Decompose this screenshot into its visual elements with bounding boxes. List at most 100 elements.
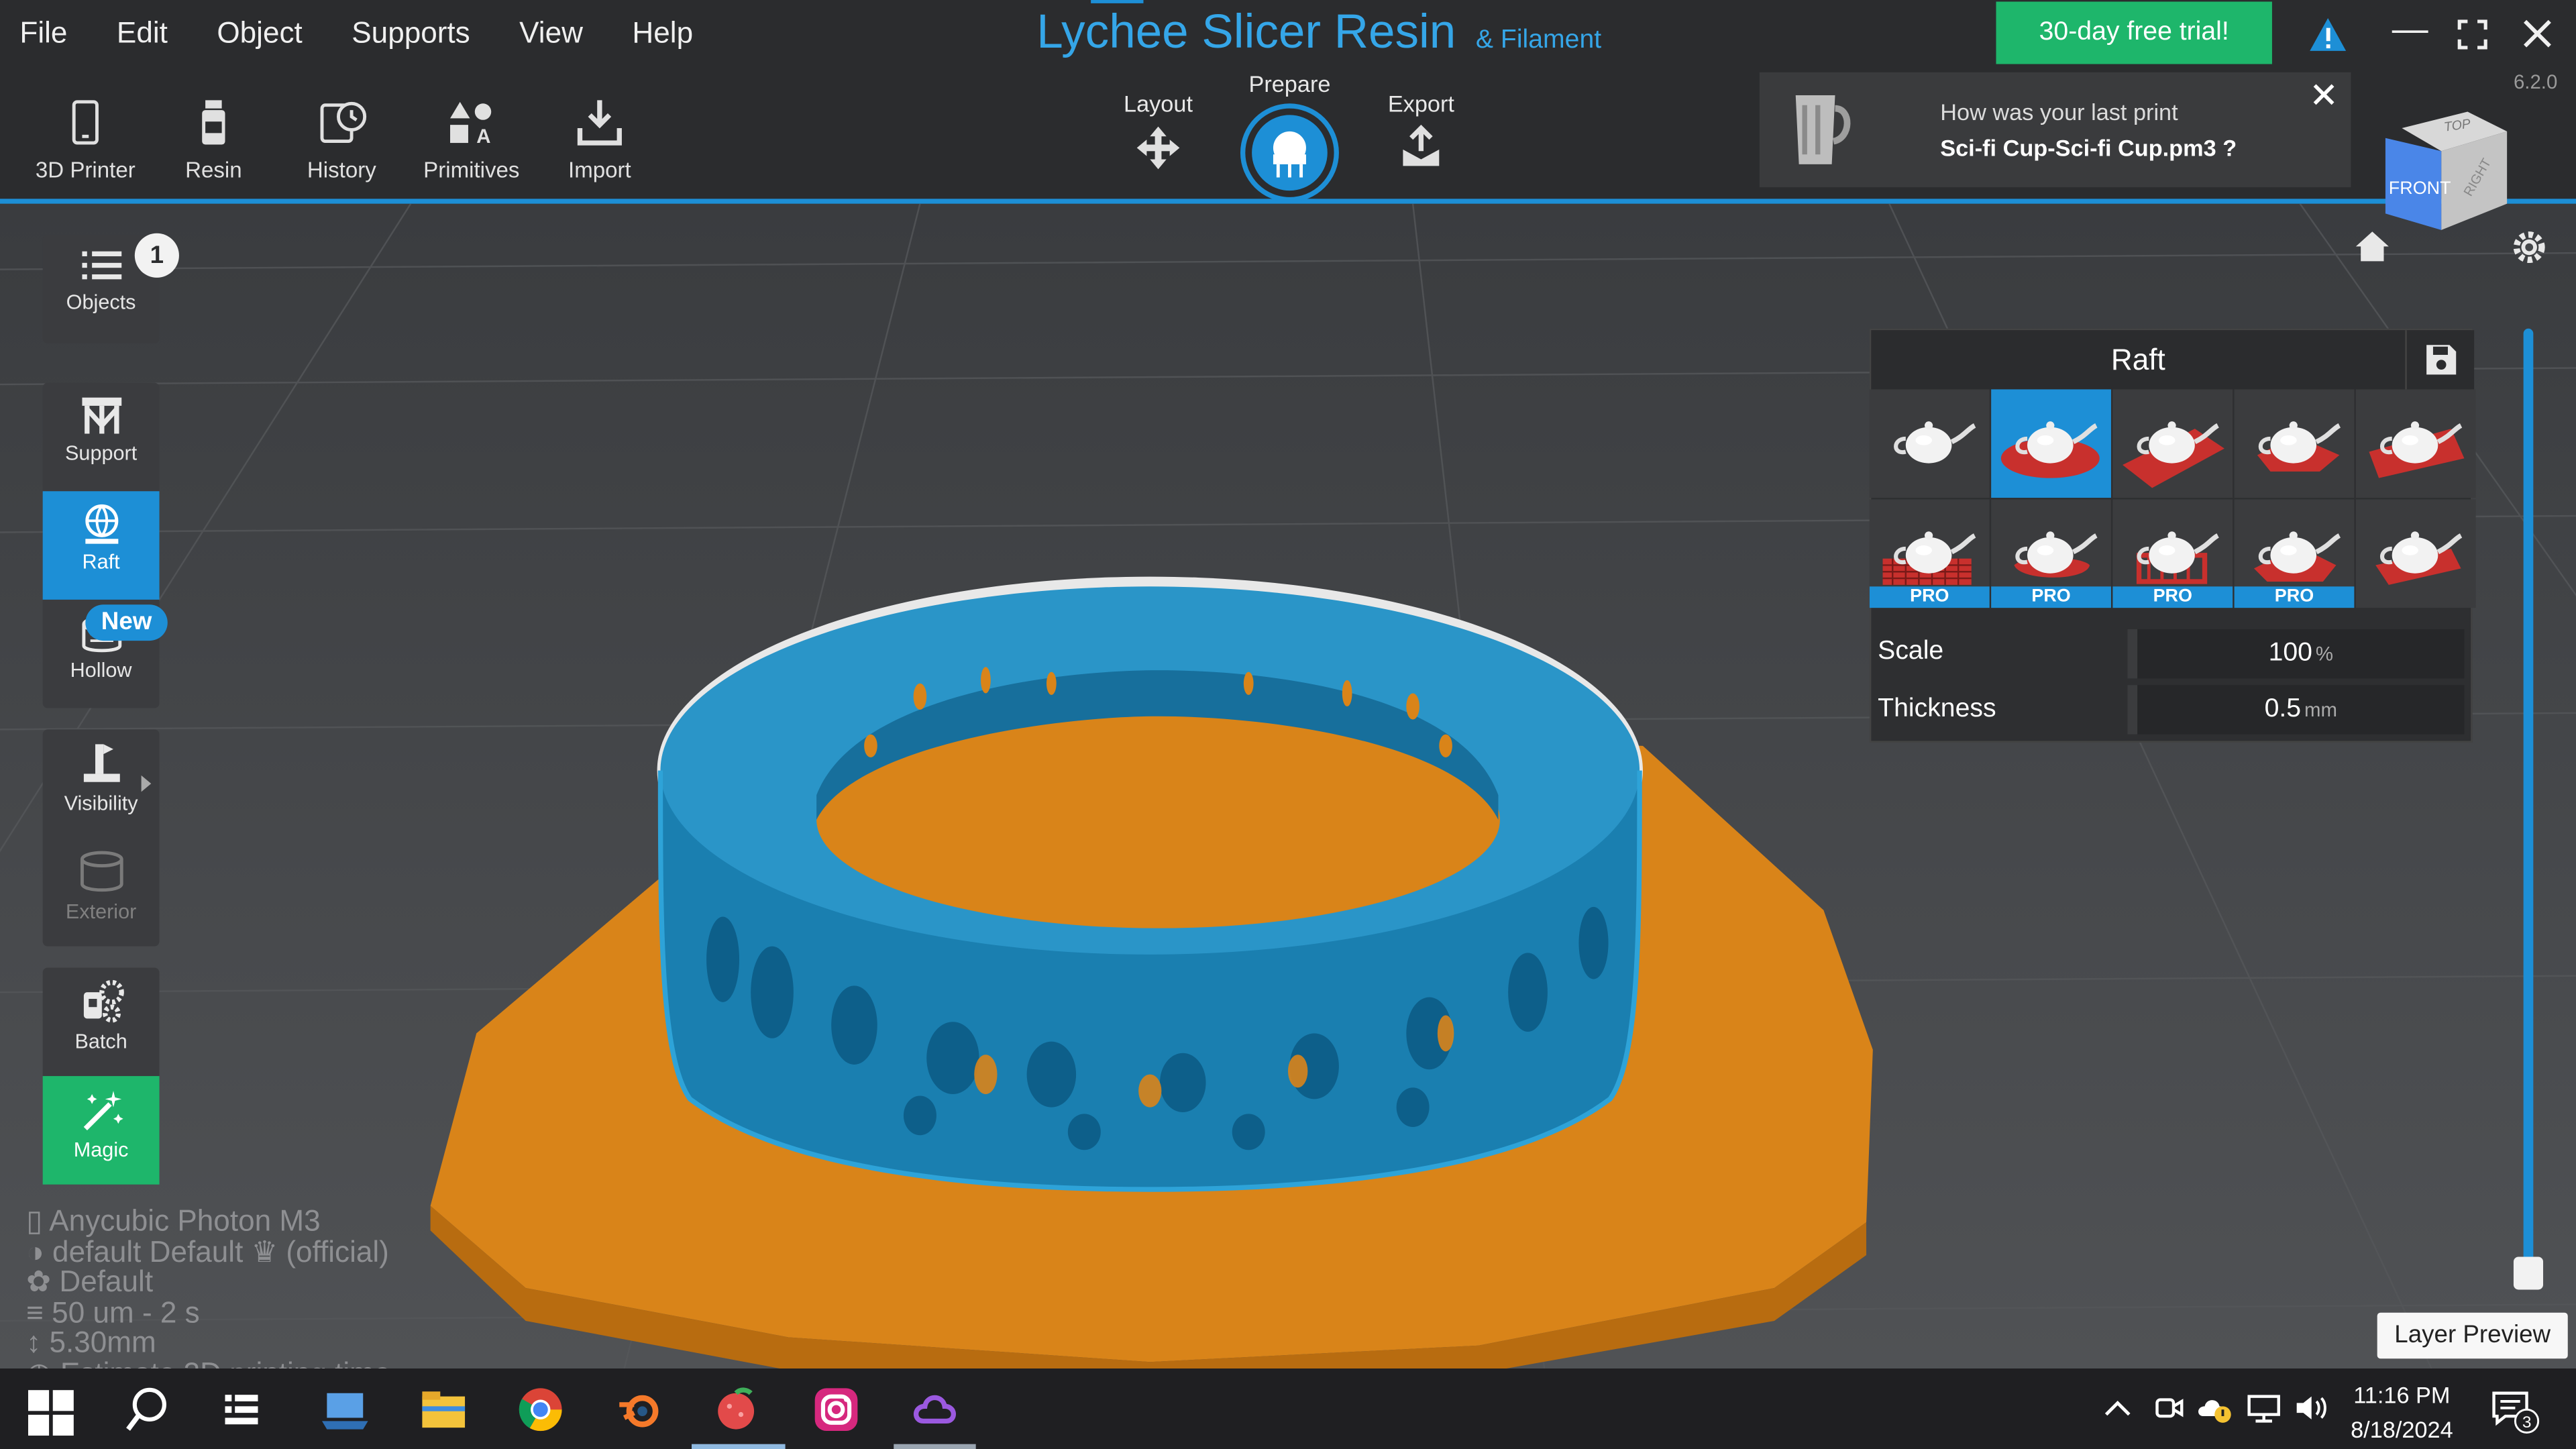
notification-center-icon[interactable]: 3 xyxy=(2491,1388,2540,1434)
search-icon[interactable] xyxy=(123,1385,172,1434)
active-app-indicator xyxy=(692,1444,786,1449)
laptop-app-icon[interactable] xyxy=(321,1385,370,1434)
menu-file[interactable]: File xyxy=(19,16,67,50)
clock-date: 8/18/2024 xyxy=(2351,1416,2453,1443)
teapot-thumbnail-icon xyxy=(2257,421,2341,472)
layer-preview-tooltip: Layer Preview xyxy=(2377,1312,2568,1359)
notification-count: 3 xyxy=(2522,1413,2532,1432)
mode-prepare-label: Prepare xyxy=(1248,70,1331,97)
notification-close-icon[interactable] xyxy=(2313,84,2334,105)
raft-panel-title: Raft xyxy=(1871,330,2406,390)
menu-supports[interactable]: Supports xyxy=(352,16,470,50)
objects-count-badge: 1 xyxy=(134,233,179,278)
menu-edit[interactable]: Edit xyxy=(117,16,168,50)
task-view-icon[interactable] xyxy=(219,1385,268,1434)
settings-gear-icon[interactable] xyxy=(2510,228,2548,266)
tool-import[interactable]: Import xyxy=(542,95,657,182)
instagram-icon[interactable] xyxy=(812,1385,861,1434)
menu-help[interactable]: Help xyxy=(632,16,693,50)
system-clock[interactable]: 11:16 PM 8/18/2024 xyxy=(2333,1379,2471,1448)
raft-style-none[interactable] xyxy=(1869,389,1990,498)
windows-start-icon[interactable] xyxy=(26,1388,75,1437)
raft-style-wide[interactable] xyxy=(2355,389,2476,498)
pro-badge: PRO xyxy=(1991,586,2111,608)
raft-style-grid[interactable]: PRO xyxy=(1869,499,1990,608)
volume-icon[interactable] xyxy=(2294,1391,2330,1424)
mode-export[interactable]: Export xyxy=(1373,91,1468,178)
title-accent-bar xyxy=(1091,0,1144,3)
sidebar-label-raft: Raft xyxy=(82,550,120,574)
menu-object[interactable]: Object xyxy=(217,16,302,50)
raft-style-splat[interactable]: PRO xyxy=(1991,499,2111,608)
tool-primitives-label: Primitives xyxy=(423,158,520,182)
blender-icon[interactable] xyxy=(614,1385,663,1434)
meet-now-icon[interactable] xyxy=(2152,1391,2185,1424)
info-profile: ✿ Default xyxy=(26,1265,154,1298)
scale-value: 100 xyxy=(2268,639,2312,667)
print-feedback-card[interactable]: How was your last print Sci-fi Cup-Sci-f… xyxy=(1759,72,2351,188)
feedback-question: How was your last print xyxy=(1940,98,2178,125)
app-version: 6.2.0 xyxy=(2513,70,2558,94)
sidebar-tools-group: Batch Magic xyxy=(42,967,160,1185)
sidebar-label-support: Support xyxy=(65,441,138,466)
mode-prepare-button[interactable] xyxy=(1245,108,1334,197)
teapot-thumbnail-icon xyxy=(2000,421,2100,478)
free-trial-button[interactable]: 30-day free trial! xyxy=(1996,1,2272,64)
tool-primitives[interactable]: A Primitives xyxy=(414,95,529,182)
sidebar-item-support[interactable]: Support xyxy=(43,383,160,492)
sidebar-label-batch: Batch xyxy=(74,1030,127,1053)
layer-slider-handle[interactable] xyxy=(2513,1256,2544,1290)
sidebar-item-exterior[interactable]: Exterior xyxy=(43,838,160,947)
raft-save-button[interactable] xyxy=(2405,330,2475,390)
minimize-icon[interactable]: — xyxy=(2392,8,2428,51)
chrome-icon[interactable] xyxy=(516,1385,565,1434)
onedrive-warning-icon[interactable] xyxy=(2196,1391,2233,1424)
tool-resin[interactable]: Resin xyxy=(156,95,271,182)
thickness-unit: mm xyxy=(2304,698,2337,722)
view-cube[interactable]: TOP FRONT RIGHT xyxy=(2372,102,2520,250)
raft-style-tilt[interactable] xyxy=(2355,499,2476,608)
close-icon[interactable] xyxy=(2522,18,2553,50)
exterior-cylinder-icon xyxy=(79,851,123,892)
save-disk-icon xyxy=(2426,345,2457,375)
network-icon[interactable] xyxy=(2246,1391,2282,1424)
lychee-app-icon[interactable] xyxy=(711,1385,760,1434)
raft-style-crown[interactable]: PRO xyxy=(2234,499,2355,608)
tool-history[interactable]: History xyxy=(284,95,399,182)
thickness-value: 0.5 xyxy=(2264,694,2302,723)
info-resin: ◑ default Default ♛ (official) xyxy=(26,1234,389,1268)
sidebar-label-visibility: Visibility xyxy=(64,792,138,815)
supports-head-icon xyxy=(1273,131,1306,178)
tray-chevron-up-icon[interactable] xyxy=(2103,1397,2133,1419)
warning-icon[interactable] xyxy=(2308,16,2348,52)
clock-time: 11:16 PM xyxy=(2353,1381,2451,1408)
sidebar-item-batch[interactable]: Batch xyxy=(43,967,160,1076)
scale-input[interactable]: 100% xyxy=(2127,629,2465,679)
hollow-new-badge: New xyxy=(85,604,168,641)
tool-3d-printer[interactable]: 3D Printer xyxy=(28,95,143,182)
teapot-thumbnail-icon xyxy=(1894,421,1976,464)
raft-style-round[interactable] xyxy=(1991,389,2111,498)
sidebar-item-visibility[interactable]: Visibility xyxy=(43,729,160,838)
menu-view[interactable]: View xyxy=(519,16,583,50)
sidebar-label-magic: Magic xyxy=(73,1138,129,1162)
raft-style-star[interactable] xyxy=(2234,389,2355,498)
app-title: Lychee Slicer Resin & Filament xyxy=(1036,7,1601,61)
batch-gears-icon xyxy=(83,979,123,1023)
home-view-icon[interactable] xyxy=(2354,230,2390,263)
sidebar-item-raft[interactable]: Raft xyxy=(42,491,160,600)
creative-cloud-icon[interactable] xyxy=(910,1385,959,1434)
sidebar-visibility-group: Visibility Exterior xyxy=(42,729,160,947)
mode-layout[interactable]: Layout xyxy=(1111,91,1206,178)
sidebar-item-magic[interactable]: Magic xyxy=(42,1076,160,1185)
layer-slider-track[interactable] xyxy=(2523,328,2534,1269)
raft-style-cage[interactable]: PRO xyxy=(2112,499,2233,608)
feedback-filename: Sci-fi Cup-Sci-fi Cup.pm3 ? xyxy=(1940,134,2237,162)
visibility-cut-icon xyxy=(83,744,119,782)
thickness-label: Thickness xyxy=(1878,694,1996,723)
maximize-icon[interactable] xyxy=(2457,19,2487,50)
raft-style-square[interactable] xyxy=(2112,389,2233,498)
file-explorer-icon[interactable] xyxy=(419,1385,468,1434)
mode-layout-label: Layout xyxy=(1124,90,1193,117)
thickness-input[interactable]: 0.5 mm xyxy=(2127,685,2465,735)
